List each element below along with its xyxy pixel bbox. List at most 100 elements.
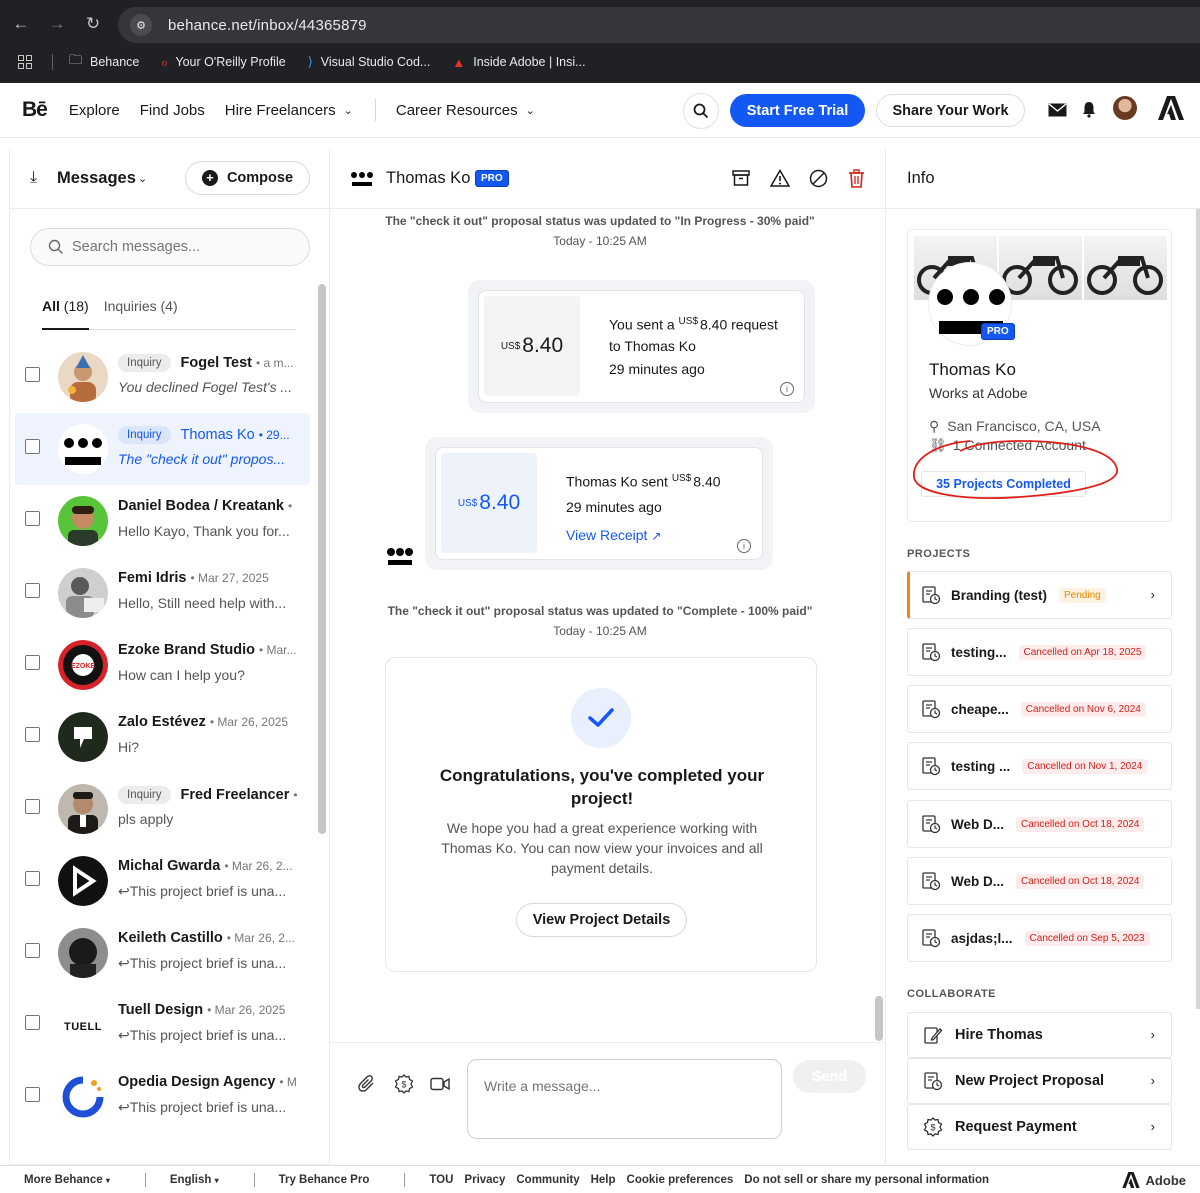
project-brief-icon	[924, 1072, 943, 1091]
info-icon[interactable]: i	[780, 382, 794, 396]
project-item[interactable]: Web D... Cancelled on Oct 18, 2024	[907, 857, 1172, 905]
messages-scrollbar[interactable]	[318, 284, 326, 834]
info-scrollbar[interactable]	[1196, 209, 1200, 1009]
select-checkbox[interactable]	[25, 727, 40, 742]
nav-find-jobs[interactable]: Find Jobs	[140, 102, 205, 119]
select-checkbox[interactable]	[25, 871, 40, 886]
bookmark-behance[interactable]: 🗀 Behance	[69, 51, 139, 73]
forward-arrow-icon[interactable]: →	[43, 10, 71, 38]
avatar	[58, 712, 108, 762]
nav-career-resources[interactable]: Career Resources ⌄	[396, 102, 535, 119]
video-call-icon[interactable]	[430, 1077, 450, 1091]
select-checkbox[interactable]	[25, 655, 40, 670]
footer-link-privacy[interactable]: Privacy	[464, 1174, 505, 1186]
select-checkbox[interactable]	[25, 1015, 40, 1030]
start-free-trial-button[interactable]: Start Free Trial	[730, 94, 865, 127]
info-icon[interactable]: i	[737, 539, 751, 553]
list-item[interactable]: Keileth Castillo • Mar 26, 2... ↩This pr…	[10, 917, 315, 989]
list-item-selected[interactable]: Inquiry Thomas Ko • 29... The "check it …	[15, 413, 310, 485]
apps-grid-icon[interactable]	[18, 55, 32, 69]
list-item[interactable]: Femi Idris • Mar 27, 2025 Hello, Still n…	[10, 557, 315, 629]
status-badge: Cancelled on Oct 18, 2024	[1016, 816, 1145, 832]
search-button[interactable]	[683, 93, 719, 129]
conversation-scrollbar[interactable]	[875, 996, 883, 1041]
hire-button[interactable]: Hire Thomas ›	[907, 1012, 1172, 1058]
payment-settings-icon[interactable]: $	[394, 1074, 414, 1094]
mail-icon[interactable]	[1048, 103, 1067, 117]
list-item[interactable]: Zalo Estévez • Mar 26, 2025 Hi?	[10, 701, 315, 773]
nav-explore[interactable]: Explore	[69, 102, 120, 119]
site-settings-icon[interactable]: ⚙	[130, 14, 152, 36]
reload-icon[interactable]: ↻	[79, 10, 107, 38]
behance-logo[interactable]: Bē	[22, 98, 48, 122]
collaborate-section-label: COLLABORATE	[907, 988, 997, 1000]
select-checkbox[interactable]	[25, 799, 40, 814]
select-checkbox[interactable]	[25, 367, 40, 382]
bookmark-oreilly[interactable]: ℴ Your O'Reilly Profile	[161, 54, 285, 70]
back-arrow-icon[interactable]: ←	[7, 10, 35, 38]
select-checkbox[interactable]	[25, 943, 40, 958]
block-icon[interactable]	[809, 169, 828, 188]
view-project-details-button[interactable]: View Project Details	[516, 903, 687, 937]
project-item[interactable]: testing ... Cancelled on Nov 1, 2024	[907, 742, 1172, 790]
connected-accounts[interactable]: 1 Connected Account	[953, 437, 1086, 453]
address-bar[interactable]: ⚙ behance.net/inbox/44365879	[118, 7, 1200, 43]
footer-link-do-not-sell[interactable]: Do not sell or share my personal informa…	[744, 1174, 989, 1186]
chevron-down-icon[interactable]: ⌄	[138, 172, 147, 185]
footer-link-help[interactable]: Help	[591, 1174, 616, 1186]
delete-trash-icon[interactable]	[848, 169, 865, 188]
compose-button[interactable]: + Compose	[185, 161, 310, 195]
footer-link-cookies[interactable]: Cookie preferences	[627, 1174, 734, 1186]
list-item[interactable]: Opedia Design Agency • M ↩This project b…	[10, 1061, 315, 1133]
attachment-paperclip-icon[interactable]	[358, 1075, 376, 1093]
send-button[interactable]: Send	[793, 1060, 866, 1093]
archive-icon[interactable]	[732, 169, 750, 187]
new-project-proposal-button[interactable]: New Project Proposal ›	[907, 1058, 1172, 1104]
project-brief-icon	[922, 872, 941, 891]
project-item[interactable]: Branding (test) Pending ›	[907, 571, 1172, 619]
project-item[interactable]: Web D... Cancelled on Oct 18, 2024	[907, 800, 1172, 848]
list-item[interactable]: Michal Gwarda • Mar 26, 2... ↩This proje…	[10, 845, 315, 917]
adobe-logo-icon	[1121, 1172, 1140, 1188]
select-checkbox[interactable]	[25, 583, 40, 598]
profile-name[interactable]: Thomas Ko	[929, 360, 1016, 380]
url-text[interactable]: behance.net/inbox/44365879	[168, 17, 367, 34]
conversation-contact-name[interactable]: Thomas Ko	[386, 169, 470, 188]
list-item[interactable]: Daniel Bodea / Kreatank • Hello Kayo, Th…	[10, 485, 315, 557]
project-item[interactable]: asjdas;l... Cancelled on Sep 5, 2023	[907, 914, 1172, 962]
tab-inquiries[interactable]: Inquiries (4)	[104, 293, 178, 330]
footer-link-community[interactable]: Community	[516, 1174, 579, 1186]
tab-all[interactable]: All (18)	[42, 293, 89, 330]
select-checkbox[interactable]	[25, 1087, 40, 1102]
view-receipt-link[interactable]: View Receipt ↗	[566, 525, 721, 547]
search-messages-field[interactable]	[30, 228, 310, 266]
request-payment-button[interactable]: $ Request Payment ›	[907, 1104, 1172, 1150]
bookmark-inside-adobe[interactable]: ▲ Inside Adobe | Insi...	[452, 55, 585, 70]
pro-badge: PRO	[475, 170, 509, 187]
list-item[interactable]: TUELL Tuell Design • Mar 26, 2025 ↩This …	[10, 989, 315, 1061]
list-item[interactable]: Inquiry Fred Freelancer • pls apply	[10, 773, 315, 845]
footer-adobe-logo[interactable]: Adobe	[1121, 1172, 1186, 1188]
footer-try-pro[interactable]: Try Behance Pro	[279, 1174, 370, 1186]
project-item[interactable]: cheape... Cancelled on Nov 6, 2024	[907, 685, 1172, 733]
list-item[interactable]: EZOKE Ezoke Brand Studio • Mar... How ca…	[10, 629, 315, 701]
messages-title[interactable]: Messages	[57, 169, 136, 188]
list-item[interactable]: Inquiry Fogel Test • a m... You declined…	[10, 341, 315, 413]
project-item[interactable]: testing... Cancelled on Apr 18, 2025	[907, 628, 1172, 676]
contact-name: Daniel Bodea / Kreatank	[118, 498, 284, 514]
nav-hire-freelancers[interactable]: Hire Freelancers ⌄	[225, 102, 353, 119]
adobe-logo-icon[interactable]	[1158, 96, 1184, 120]
footer-more-behance[interactable]: More Behance ▾	[24, 1174, 110, 1186]
user-avatar[interactable]	[1113, 96, 1137, 120]
search-messages-input[interactable]	[72, 239, 272, 255]
select-checkbox[interactable]	[25, 439, 40, 454]
bookmark-vscode[interactable]: ⟩ Visual Studio Cod...	[308, 54, 431, 70]
report-warning-icon[interactable]	[770, 169, 790, 187]
footer-link-tou[interactable]: TOU	[429, 1174, 453, 1186]
footer-language[interactable]: English ▾	[170, 1174, 219, 1186]
message-input[interactable]	[467, 1059, 782, 1139]
notification-bell-icon[interactable]	[1082, 101, 1096, 118]
download-icon[interactable]: ⤓	[30, 169, 37, 187]
select-checkbox[interactable]	[25, 511, 40, 526]
share-your-work-button[interactable]: Share Your Work	[876, 94, 1025, 127]
